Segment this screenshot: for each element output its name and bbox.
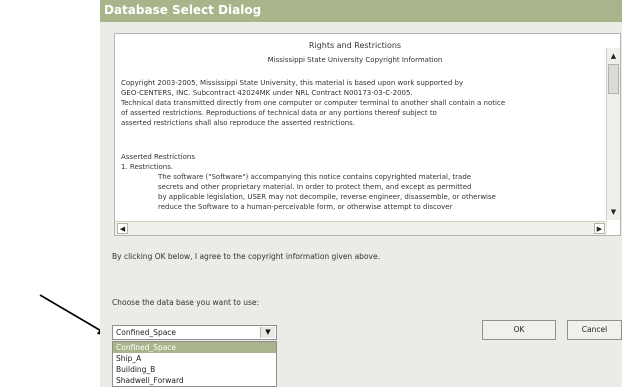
license-line: 1. Restrictions. xyxy=(121,163,174,171)
license-line: Technical data transmitted directly from… xyxy=(121,99,506,107)
list-item[interactable]: Confined_Space xyxy=(113,342,276,353)
database-select-dialog: Database Select Dialog Rights and Restri… xyxy=(100,0,622,387)
license-subheading: Mississippi State University Copyright I… xyxy=(267,56,443,64)
license-line: asserted restrictions shall also reprodu… xyxy=(121,119,356,127)
cancel-button[interactable]: Cancel xyxy=(567,320,622,340)
license-line: by applicable legislation, USER may not … xyxy=(158,193,496,201)
arrow-down-icon[interactable]: ▼ xyxy=(607,206,620,218)
license-text-box[interactable]: Rights and Restrictions Mississippi Stat… xyxy=(114,33,621,236)
database-select-value: Confined_Space xyxy=(116,328,177,337)
database-select[interactable]: Confined_Space ▼ xyxy=(112,325,277,340)
chevron-down-icon[interactable]: ▼ xyxy=(260,327,275,338)
license-line: reduce the Software to a human-perceivab… xyxy=(158,203,453,211)
license-paragraph-2: Asserted Restrictions 1. Restrictions. T… xyxy=(121,152,496,212)
ok-button[interactable]: OK xyxy=(482,320,556,340)
vertical-scrollbar[interactable]: ▲ ▼ xyxy=(606,48,620,220)
arrow-right-icon[interactable]: ▶ xyxy=(594,223,605,234)
license-line: secrets and other proprietary material. … xyxy=(158,183,472,191)
list-item[interactable]: Ship_A xyxy=(113,353,276,364)
arrow-left-icon[interactable]: ◀ xyxy=(117,223,128,234)
horizontal-scrollbar[interactable]: ◀ ▶ xyxy=(115,221,607,235)
title-bar: Database Select Dialog xyxy=(100,0,622,22)
license-paragraph-1: Copyright 2003-2005, Mississippi State U… xyxy=(121,78,505,128)
license-line: GEO-CENTERS, INC. Subcontract 42024MK un… xyxy=(121,89,413,97)
scroll-thumb[interactable] xyxy=(608,64,619,94)
list-item[interactable]: Building_B xyxy=(113,364,276,375)
license-line: The software ("Software") accompanying t… xyxy=(158,173,472,181)
choose-database-label: Choose the data base you want to use: xyxy=(112,298,259,307)
license-heading: Rights and Restrictions xyxy=(308,41,402,50)
arrow-up-icon[interactable]: ▲ xyxy=(607,50,620,62)
agreement-text: By clicking OK below, I agree to the cop… xyxy=(112,252,380,261)
license-line: of asserted restrictions. Reproductions … xyxy=(121,109,437,117)
database-options-list[interactable]: Confined_Space Ship_A Building_B Shadwel… xyxy=(112,341,277,387)
window-title: Database Select Dialog xyxy=(104,3,262,17)
license-line: Copyright 2003-2005, Mississippi State U… xyxy=(121,79,464,87)
list-item[interactable]: Shadwell_Forward xyxy=(113,375,276,386)
license-line: Asserted Restrictions xyxy=(121,153,195,161)
